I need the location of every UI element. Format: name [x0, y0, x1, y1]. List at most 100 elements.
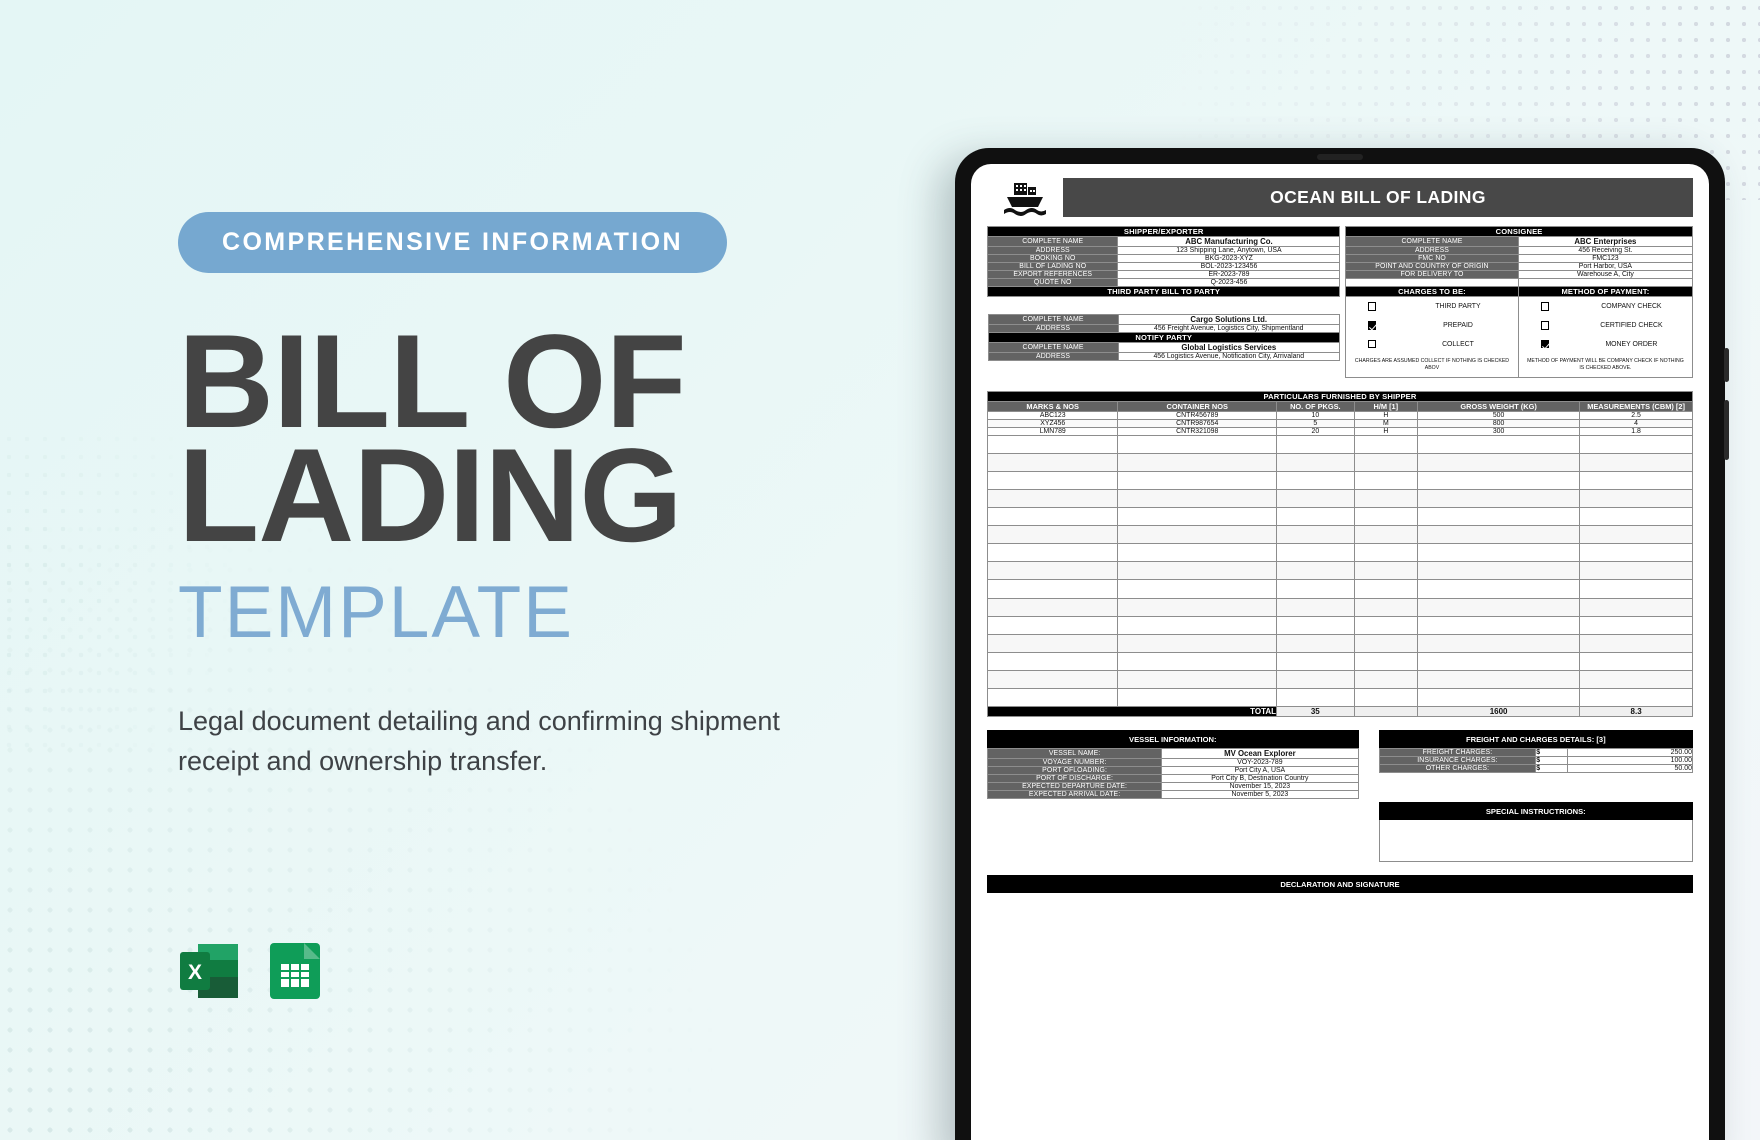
vessel-value-2[interactable]: Port City A, USA [1161, 766, 1359, 776]
cell-empty[interactable] [1417, 669, 1581, 690]
cell-empty[interactable] [1117, 561, 1278, 581]
cell-empty[interactable] [1117, 434, 1278, 454]
table-row-empty[interactable] [986, 579, 1693, 599]
consignee-value-3[interactable]: Port Harbor, USA [1517, 262, 1694, 271]
cell-empty[interactable] [986, 489, 1119, 509]
cell-empty[interactable] [986, 470, 1119, 491]
cell-empty[interactable] [986, 615, 1119, 635]
cell-pkgs-0[interactable]: 10 [1276, 410, 1355, 420]
cell-empty[interactable] [1276, 470, 1355, 491]
cell-empty[interactable] [986, 633, 1119, 653]
cell-container-0[interactable]: CNTR456789 [1117, 410, 1278, 420]
table-row-empty[interactable] [986, 543, 1693, 563]
charges-option-0[interactable]: THIRD PARTY [1346, 297, 1518, 316]
cell-empty[interactable] [1276, 669, 1355, 690]
checkbox-certified-check[interactable] [1540, 321, 1550, 330]
cell-empty[interactable] [1353, 669, 1419, 690]
cell-empty[interactable] [1117, 615, 1278, 635]
cell-empty[interactable] [986, 651, 1119, 671]
cell-empty[interactable] [986, 434, 1119, 454]
cell-hm-2[interactable]: H [1353, 426, 1419, 436]
cell-empty[interactable] [1417, 525, 1581, 545]
table-row[interactable]: ABC123 CNTR456789 10 H 500 2.5 [986, 410, 1693, 420]
checkbox-third-party[interactable] [1367, 302, 1377, 311]
table-row-empty[interactable] [986, 561, 1693, 581]
cell-empty[interactable] [1117, 543, 1278, 563]
consignee-value-0[interactable]: ABC Enterprises [1517, 236, 1694, 247]
cell-empty[interactable] [1276, 633, 1355, 653]
cell-empty[interactable] [986, 669, 1119, 690]
cell-empty[interactable] [986, 507, 1119, 527]
table-row-empty[interactable] [986, 633, 1693, 653]
cell-empty[interactable] [986, 543, 1119, 563]
vessel-value-5[interactable]: November 5, 2023 [1161, 790, 1359, 800]
cell-empty[interactable] [1579, 489, 1693, 509]
cell-empty[interactable] [1276, 452, 1355, 472]
cell-empty[interactable] [1353, 525, 1419, 545]
cell-empty[interactable] [1353, 651, 1419, 671]
notify-party-value-0[interactable]: Global Logistics Services [1117, 341, 1340, 353]
consignee-value-1[interactable]: 456 Receiving St. [1517, 246, 1694, 255]
consignee-value-4[interactable]: Warehouse A, City [1517, 270, 1694, 279]
cell-empty[interactable] [1579, 525, 1693, 545]
cell-empty[interactable] [1417, 507, 1581, 527]
cell-weight-0[interactable]: 500 [1417, 410, 1581, 420]
table-row-empty[interactable] [986, 669, 1693, 690]
payment-option-0[interactable]: COMPANY CHECK [1519, 297, 1692, 316]
cell-marks-1[interactable]: XYZ456 [986, 418, 1119, 428]
cell-empty[interactable] [1417, 434, 1581, 454]
cell-empty[interactable] [1579, 507, 1693, 527]
cell-marks-0[interactable]: ABC123 [986, 410, 1119, 420]
cell-empty[interactable] [1276, 434, 1355, 454]
cell-empty[interactable] [1579, 615, 1693, 635]
cell-empty[interactable] [1276, 489, 1355, 509]
cell-hm-0[interactable]: H [1353, 410, 1419, 420]
cell-empty[interactable] [1117, 470, 1278, 491]
vessel-value-1[interactable]: VOY-2023-789 [1161, 758, 1359, 768]
table-row-empty[interactable] [986, 507, 1693, 527]
cell-empty[interactable] [1276, 579, 1355, 599]
freight-amount-2[interactable]: 50.00 [1566, 764, 1694, 774]
cell-empty[interactable] [1117, 633, 1278, 653]
cell-pkgs-2[interactable]: 20 [1276, 426, 1355, 436]
consignee-value-2[interactable]: FMC123 [1517, 254, 1694, 263]
cell-measure-1[interactable]: 4 [1579, 418, 1693, 428]
cell-empty[interactable] [1276, 561, 1355, 581]
cell-empty[interactable] [1353, 452, 1419, 472]
cell-empty[interactable] [1276, 507, 1355, 527]
table-row-empty[interactable] [986, 615, 1693, 635]
cell-empty[interactable] [986, 579, 1119, 599]
cell-empty[interactable] [1417, 651, 1581, 671]
shipper-value-0[interactable]: ABC Manufacturing Co. [1117, 236, 1341, 247]
checkbox-collect[interactable] [1367, 339, 1377, 349]
cell-empty[interactable] [1117, 579, 1278, 599]
table-row-empty[interactable] [986, 525, 1693, 545]
cell-measure-2[interactable]: 1.8 [1579, 426, 1693, 436]
cell-empty[interactable] [1276, 525, 1355, 545]
vessel-value-0[interactable]: MV Ocean Explorer [1161, 748, 1359, 760]
cell-empty[interactable] [1579, 688, 1693, 708]
shipper-value-5[interactable]: Q-2023-456 [1117, 278, 1341, 287]
cell-container-1[interactable]: CNTR987654 [1117, 418, 1278, 428]
cell-empty[interactable] [1117, 525, 1278, 545]
cell-empty[interactable] [1117, 651, 1278, 671]
cell-empty[interactable] [1117, 688, 1278, 708]
freight-amount-0[interactable]: 250.00 [1566, 748, 1694, 758]
cell-measure-0[interactable]: 2.5 [1579, 410, 1693, 420]
cell-hm-1[interactable]: M [1353, 418, 1419, 428]
third-party-value-1[interactable]: 456 Freight Avenue, Logistics City, Ship… [1117, 323, 1340, 333]
table-row-empty[interactable] [986, 452, 1693, 472]
cell-empty[interactable] [986, 561, 1119, 581]
tablet-volume-up-button[interactable] [1724, 348, 1729, 382]
cell-empty[interactable] [1117, 597, 1278, 617]
cell-empty[interactable] [1579, 543, 1693, 563]
cell-empty[interactable] [1117, 669, 1278, 690]
checkbox-prepaid[interactable] [1367, 321, 1377, 330]
cell-empty[interactable] [1276, 651, 1355, 671]
cell-empty[interactable] [1353, 579, 1419, 599]
cell-empty[interactable] [1353, 470, 1419, 491]
cell-container-2[interactable]: CNTR321098 [1117, 426, 1278, 436]
cell-empty[interactable] [1417, 489, 1581, 509]
cell-empty[interactable] [1579, 452, 1693, 472]
vessel-value-3[interactable]: Port City B, Destination Country [1161, 774, 1359, 784]
